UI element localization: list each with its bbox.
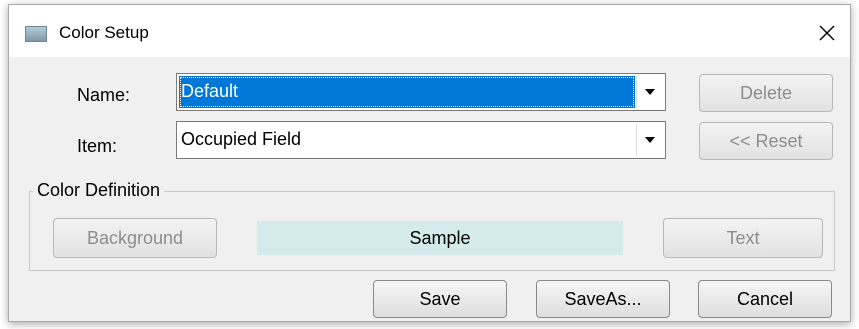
text-button[interactable]: Text	[663, 218, 823, 258]
reset-button[interactable]: << Reset	[699, 122, 833, 160]
delete-button[interactable]: Delete	[699, 74, 833, 112]
name-dropdown-button[interactable]	[636, 76, 663, 108]
color-definition-title: Color Definition	[33, 180, 165, 201]
item-combobox-value[interactable]: Occupied Field	[179, 124, 635, 156]
name-combobox[interactable]: Default	[176, 73, 666, 111]
cancel-button[interactable]: Cancel	[698, 280, 832, 318]
item-combobox[interactable]: Occupied Field	[176, 121, 666, 159]
save-button[interactable]: Save	[373, 280, 507, 318]
chevron-down-icon	[645, 89, 655, 95]
close-button[interactable]	[804, 13, 850, 53]
save-as-button[interactable]: SaveAs...	[536, 280, 670, 318]
window-title: Color Setup	[59, 23, 149, 42]
item-dropdown-button[interactable]	[636, 124, 663, 156]
title-bar: Color Setup	[9, 5, 850, 57]
color-setup-dialog: Color Setup Name: Default Delete Item: O…	[8, 4, 851, 322]
name-label: Name:	[77, 85, 131, 105]
name-combobox-value[interactable]: Default	[179, 76, 635, 108]
color-sample-preview: Sample	[257, 221, 623, 255]
item-label: Item:	[77, 136, 118, 156]
chevron-down-icon	[645, 137, 655, 143]
close-icon	[819, 25, 835, 41]
background-button[interactable]: Background	[53, 218, 217, 258]
app-window-icon	[25, 26, 47, 42]
